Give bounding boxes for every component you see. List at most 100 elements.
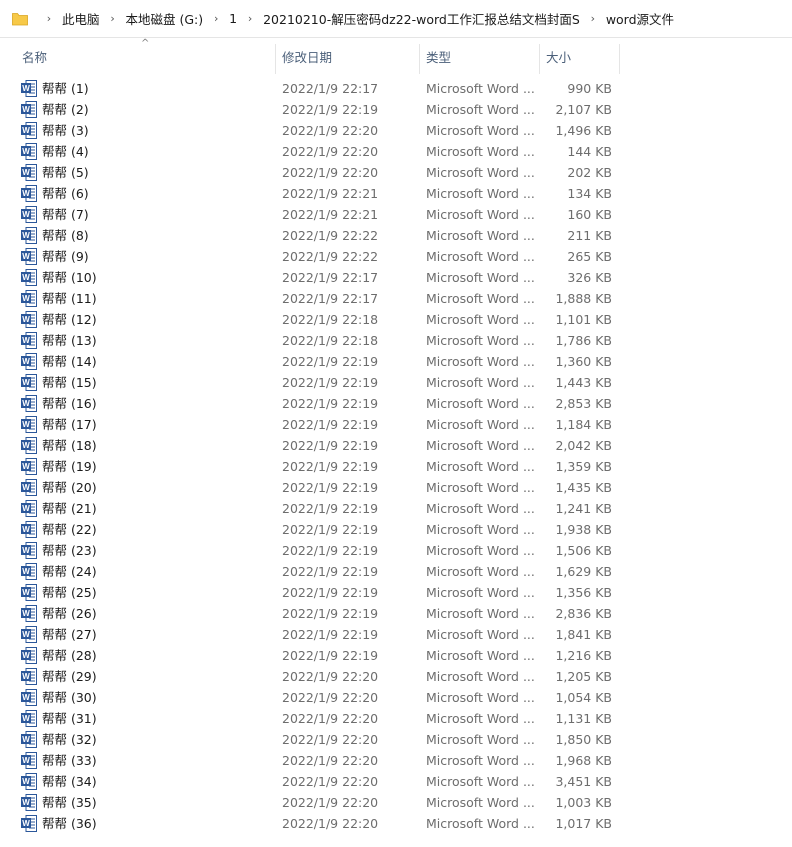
- file-name: 帮帮 (28): [42, 648, 97, 663]
- svg-text:W: W: [22, 336, 30, 345]
- chevron-right-icon[interactable]: ›: [586, 12, 600, 25]
- file-row[interactable]: W 帮帮 (20) 2022/1/9 22:19 Microsoft Word ...…: [16, 477, 620, 498]
- file-row[interactable]: W 帮帮 (31) 2022/1/9 22:20 Microsoft Word ...…: [16, 708, 620, 729]
- file-row[interactable]: W 帮帮 (10) 2022/1/9 22:17 Microsoft Word ...…: [16, 267, 620, 288]
- file-row[interactable]: W 帮帮 (1) 2022/1/9 22:17 Microsoft Word ... 9…: [16, 78, 620, 99]
- file-size: 160 KB: [567, 207, 612, 222]
- file-row[interactable]: W 帮帮 (28) 2022/1/9 22:19 Microsoft Word ...…: [16, 645, 620, 666]
- file-row[interactable]: W 帮帮 (26) 2022/1/9 22:19 Microsoft Word ...…: [16, 603, 620, 624]
- file-row[interactable]: W 帮帮 (11) 2022/1/9 22:17 Microsoft Word ...…: [16, 288, 620, 309]
- file-row[interactable]: W 帮帮 (35) 2022/1/9 22:20 Microsoft Word ...…: [16, 792, 620, 813]
- file-date: 2022/1/9 22:19: [282, 522, 379, 537]
- chevron-right-icon[interactable]: ›: [106, 12, 120, 25]
- breadcrumb-item[interactable]: 本地磁盘 (G:): [126, 9, 204, 28]
- file-name: 帮帮 (5): [42, 165, 89, 180]
- breadcrumb-item[interactable]: 20210210-解压密码dz22-word工作汇报总结文档封面S: [263, 9, 580, 28]
- file-size: 1,216 KB: [555, 648, 612, 663]
- file-row[interactable]: W 帮帮 (3) 2022/1/9 22:20 Microsoft Word ... 1…: [16, 120, 620, 141]
- file-row[interactable]: W 帮帮 (29) 2022/1/9 22:20 Microsoft Word ...…: [16, 666, 620, 687]
- file-size: 1,629 KB: [555, 564, 612, 579]
- chevron-right-icon[interactable]: ›: [42, 12, 56, 25]
- column-header-date[interactable]: 修改日期: [276, 44, 420, 74]
- file-row[interactable]: W 帮帮 (14) 2022/1/9 22:19 Microsoft Word ...…: [16, 351, 620, 372]
- breadcrumb-item[interactable]: word源文件: [606, 9, 674, 28]
- file-name: 帮帮 (8): [42, 228, 89, 243]
- file-row[interactable]: W 帮帮 (13) 2022/1/9 22:18 Microsoft Word ...…: [16, 330, 620, 351]
- word-document-icon: W: [21, 185, 37, 202]
- file-row[interactable]: W 帮帮 (18) 2022/1/9 22:19 Microsoft Word ...…: [16, 435, 620, 456]
- file-size: 2,853 KB: [555, 396, 612, 411]
- file-row[interactable]: W 帮帮 (8) 2022/1/9 22:22 Microsoft Word ... 2…: [16, 225, 620, 246]
- word-document-icon: W: [21, 101, 37, 118]
- file-row[interactable]: W 帮帮 (4) 2022/1/9 22:20 Microsoft Word ... 1…: [16, 141, 620, 162]
- file-name: 帮帮 (32): [42, 732, 97, 747]
- word-document-icon: W: [21, 752, 37, 769]
- svg-text:W: W: [22, 231, 30, 240]
- file-row[interactable]: W 帮帮 (36) 2022/1/9 22:20 Microsoft Word ...…: [16, 813, 620, 834]
- file-type: Microsoft Word ...: [426, 795, 535, 810]
- file-name: 帮帮 (6): [42, 186, 89, 201]
- word-document-icon: W: [21, 437, 37, 454]
- file-date: 2022/1/9 22:20: [282, 732, 379, 747]
- file-row[interactable]: W 帮帮 (12) 2022/1/9 22:18 Microsoft Word ...…: [16, 309, 620, 330]
- file-row[interactable]: W 帮帮 (6) 2022/1/9 22:21 Microsoft Word ... 1…: [16, 183, 620, 204]
- file-size: 1,241 KB: [555, 501, 612, 516]
- word-document-icon: W: [21, 332, 37, 349]
- file-type: Microsoft Word ...: [426, 144, 535, 159]
- svg-text:W: W: [22, 651, 30, 660]
- chevron-right-icon[interactable]: ›: [243, 12, 257, 25]
- file-date: 2022/1/9 22:20: [282, 774, 379, 789]
- column-header-type[interactable]: 类型: [420, 44, 540, 74]
- file-row[interactable]: W 帮帮 (21) 2022/1/9 22:19 Microsoft Word ...…: [16, 498, 620, 519]
- file-name: 帮帮 (31): [42, 711, 97, 726]
- file-row[interactable]: W 帮帮 (23) 2022/1/9 22:19 Microsoft Word ...…: [16, 540, 620, 561]
- file-name: 帮帮 (13): [42, 333, 97, 348]
- file-type: Microsoft Word ...: [426, 375, 535, 390]
- file-size: 1,496 KB: [555, 123, 612, 138]
- file-row[interactable]: W 帮帮 (27) 2022/1/9 22:19 Microsoft Word ...…: [16, 624, 620, 645]
- word-document-icon: W: [21, 647, 37, 664]
- file-row[interactable]: W 帮帮 (17) 2022/1/9 22:19 Microsoft Word ...…: [16, 414, 620, 435]
- file-row[interactable]: W 帮帮 (25) 2022/1/9 22:19 Microsoft Word ...…: [16, 582, 620, 603]
- file-name: 帮帮 (36): [42, 816, 97, 831]
- file-row[interactable]: W 帮帮 (7) 2022/1/9 22:21 Microsoft Word ... 1…: [16, 204, 620, 225]
- file-row[interactable]: W 帮帮 (24) 2022/1/9 22:19 Microsoft Word ...…: [16, 561, 620, 582]
- word-document-icon: W: [21, 605, 37, 622]
- file-size: 1,888 KB: [555, 291, 612, 306]
- file-size: 1,443 KB: [555, 375, 612, 390]
- file-date: 2022/1/9 22:19: [282, 627, 379, 642]
- file-row[interactable]: W 帮帮 (9) 2022/1/9 22:22 Microsoft Word ... 2…: [16, 246, 620, 267]
- word-document-icon: W: [21, 206, 37, 223]
- file-type: Microsoft Word ...: [426, 627, 535, 642]
- file-name: 帮帮 (3): [42, 123, 89, 138]
- svg-text:W: W: [22, 357, 30, 366]
- file-row[interactable]: W 帮帮 (16) 2022/1/9 22:19 Microsoft Word ...…: [16, 393, 620, 414]
- file-row[interactable]: W 帮帮 (33) 2022/1/9 22:20 Microsoft Word ...…: [16, 750, 620, 771]
- file-size: 1,003 KB: [555, 795, 612, 810]
- file-row[interactable]: W 帮帮 (34) 2022/1/9 22:20 Microsoft Word ...…: [16, 771, 620, 792]
- svg-text:W: W: [22, 777, 30, 786]
- file-row[interactable]: W 帮帮 (30) 2022/1/9 22:20 Microsoft Word ...…: [16, 687, 620, 708]
- file-size: 1,786 KB: [555, 333, 612, 348]
- svg-text:W: W: [22, 105, 30, 114]
- breadcrumb-item[interactable]: 此电脑: [62, 9, 100, 28]
- file-row[interactable]: W 帮帮 (22) 2022/1/9 22:19 Microsoft Word ...…: [16, 519, 620, 540]
- word-document-icon: W: [21, 269, 37, 286]
- chevron-right-icon[interactable]: ›: [209, 12, 223, 25]
- column-header-size[interactable]: 大小: [540, 44, 620, 74]
- address-bar[interactable]: › 此电脑 › 本地磁盘 (G:) › 1 › 20210210-解压密码dz22-word工…: [0, 0, 792, 38]
- file-row[interactable]: W 帮帮 (32) 2022/1/9 22:20 Microsoft Word ...…: [16, 729, 620, 750]
- file-row[interactable]: W 帮帮 (19) 2022/1/9 22:19 Microsoft Word ...…: [16, 456, 620, 477]
- file-row[interactable]: W 帮帮 (15) 2022/1/9 22:19 Microsoft Word ...…: [16, 372, 620, 393]
- file-type: Microsoft Word ...: [426, 102, 535, 117]
- file-type: Microsoft Word ...: [426, 669, 535, 684]
- word-document-icon: W: [21, 416, 37, 433]
- file-row[interactable]: W 帮帮 (5) 2022/1/9 22:20 Microsoft Word ... 2…: [16, 162, 620, 183]
- file-size: 144 KB: [567, 144, 612, 159]
- file-row[interactable]: W 帮帮 (2) 2022/1/9 22:19 Microsoft Word ... 2…: [16, 99, 620, 120]
- column-header-name[interactable]: 名称: [16, 44, 276, 74]
- file-date: 2022/1/9 22:19: [282, 102, 379, 117]
- breadcrumb-item[interactable]: 1: [229, 11, 237, 26]
- file-date: 2022/1/9 22:20: [282, 753, 379, 768]
- file-name: 帮帮 (1): [42, 81, 89, 96]
